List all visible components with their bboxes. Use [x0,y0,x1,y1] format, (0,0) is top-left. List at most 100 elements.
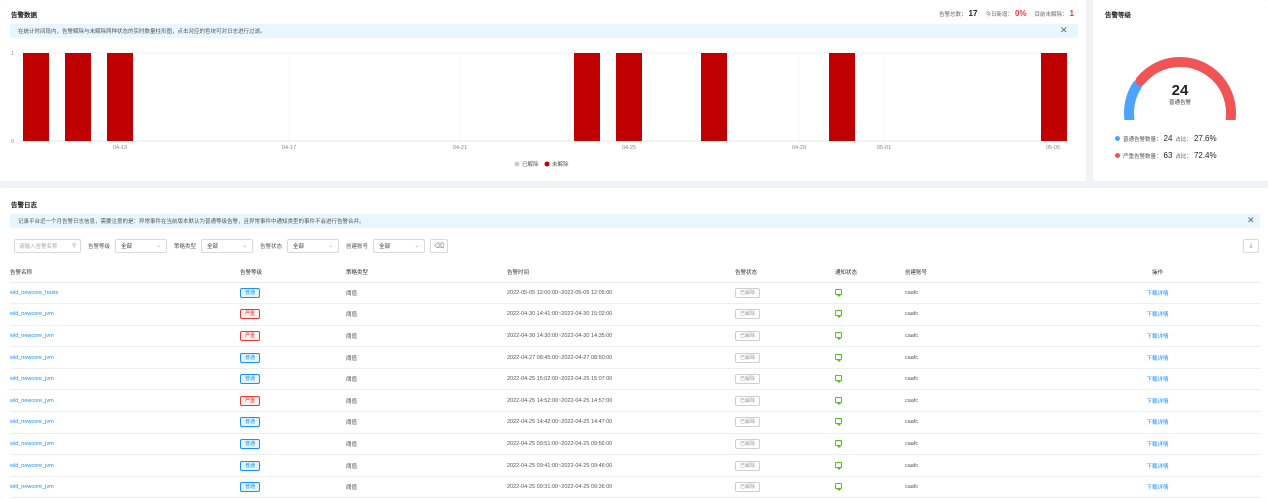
download-details-link[interactable]: 下载详情 [1146,442,1168,448]
account-cell: caafc [905,476,1055,499]
download-details-link[interactable]: 下载详情 [1146,485,1168,491]
download-details-link[interactable]: 下载详情 [1146,377,1168,383]
message-icon[interactable] [835,439,842,448]
severe-dot [1115,153,1120,158]
level-select[interactable]: 全部 ⌄ [115,239,168,253]
bar-unresolved[interactable] [829,53,855,141]
download-details-link[interactable]: 下载详情 [1146,399,1168,405]
status-badge: 已解除 [735,309,761,320]
close-icon[interactable]: ✕ [1247,216,1255,225]
bar-unresolved[interactable] [23,53,49,141]
table-row[interactable]: wld_newcore_jvm 普通 阈值 2022-04-25 14:42:00~2… [10,411,1260,434]
col-header-action[interactable]: 操作 [1055,262,1260,283]
status-filter-label: 告警状态 [260,244,283,250]
account-cell: caafc [905,346,1055,369]
message-icon[interactable] [835,353,842,362]
download-details-link[interactable]: 下载详情 [1146,312,1168,318]
alarm-name-link[interactable]: wld_newcore_jvm [10,355,54,361]
table-row[interactable]: wld_newcore_jvm 严重 阈值 2022-04-30 14:41:00~2… [10,303,1260,326]
message-icon[interactable] [835,396,842,405]
chart-bars[interactable] [23,53,1067,141]
alarm-name-link[interactable]: wld_newcore_jvm [10,333,54,339]
col-header-status[interactable]: 告警状态 [735,262,835,283]
message-icon[interactable] [835,418,842,427]
account-cell: caafc [905,325,1055,348]
search-input[interactable]: 请输入告警名称 ⚲ [14,239,81,253]
table-row[interactable]: wld_newcore_jvm 普通 阈值 2022-04-25 09:41:00~2… [10,454,1260,477]
alarm-level-card: 告警等级 24 普通告警 普通告警数量： 24 占比： 27.6% 严重告警数量… [1093,0,1268,181]
alarm-log-table: 告警名称 告警等级 策略类型 告警时间 告警状态 通知状态 创建账号 操作 wl… [10,262,1260,499]
table-row[interactable]: wld_newcore_jvm 严重 阈值 2022-04-30 14:30:00~2… [10,325,1260,348]
download-details-link[interactable]: 下载详情 [1146,464,1168,470]
download-button[interactable]: ⤓ [1243,239,1259,253]
legend-resolved-dot[interactable] [514,161,520,167]
alarm-name-link[interactable]: wld_newcore_jvm [10,484,54,490]
time-cell: 2022-04-25 15:02:00~2022-04-25 15:07:00 [507,368,735,391]
alarm-data-card: 告警数据 告警总数： 17 今日新增： 0% 目前未解除： 1 在统计时间段内，告警解… [0,0,1086,181]
table-row[interactable]: wld_newcore_jvm 普通 阈值 2022-04-27 08:45:00~2… [10,346,1260,369]
status-badge: 已解除 [735,287,761,298]
table-row[interactable]: wld_newcore_jvm 普通 阈值 2022-04-25 09:31:00~2… [10,476,1260,499]
clear-filter-button[interactable]: ⌫ [430,239,449,253]
chevron-down-icon: ⌄ [414,243,420,249]
legend-resolved-label[interactable]: 已解除 [522,160,539,168]
level-badge: 严重 [240,395,261,406]
bar-unresolved[interactable] [65,53,91,141]
gauge-normal-arc[interactable] [1124,80,1143,120]
col-header-policy[interactable]: 策略类型 [346,262,507,283]
download-details-link[interactable]: 下载详情 [1146,356,1168,362]
bar-unresolved[interactable] [1041,53,1067,141]
download-details-link[interactable]: 下载详情 [1146,291,1168,297]
alarm-name-link[interactable]: wld_newcore_jvm [10,463,54,469]
time-cell: 2022-04-25 09:31:00~2022-04-25 09:36:00 [507,476,735,499]
table-header-row: 告警名称 告警等级 策略类型 告警时间 告警状态 通知状态 创建账号 操作 [10,262,1260,283]
col-header-level[interactable]: 告警等级 [240,262,346,283]
bar-unresolved[interactable] [574,53,600,141]
legend-unresolved-label[interactable]: 未解除 [552,160,569,168]
alarm-name-link[interactable]: wld_newcore_jvm [10,441,54,447]
col-header-notify[interactable]: 通知状态 [835,262,905,283]
status-badge: 已解除 [735,417,761,428]
table-row[interactable]: wld_newcore_jvm 严重 阈值 2022-04-25 14:52:00~2… [10,389,1260,413]
status-badge: 已解除 [735,330,761,341]
col-header-name[interactable]: 告警名称 [10,262,240,283]
time-cell: 2022-04-30 14:41:00~2022-04-30 15:02:00 [507,303,735,326]
alarm-bar-chart: 01 04-13 04-17 04-21 04-25 04-29 05-01 05-05 已… [11,51,1068,168]
policy-cell: 阈值 [346,433,507,456]
policy-select[interactable]: 全部 ⌄ [201,239,254,253]
bar-unresolved[interactable] [616,53,642,141]
alarm-name-link[interactable]: wld_newcore_jvm [10,376,54,382]
col-header-time[interactable]: 告警时间 [507,262,735,283]
level-badge: 普通 [240,460,261,471]
alarm-name-link[interactable]: wld_newcore_jvm [10,311,54,317]
bar-unresolved[interactable] [107,53,133,141]
download-details-link[interactable]: 下载详情 [1146,420,1168,426]
chart-x-ticks: 04-13 04-17 04-21 04-25 04-29 05-01 05-05 [113,145,1060,151]
message-icon[interactable] [835,483,842,492]
alarm-log-info-text: 记录平台近一个月告警日志信息，需要注意的是：异常事件在当前版本默认为普通等级告警… [18,219,365,225]
download-details-link[interactable]: 下载详情 [1146,334,1168,340]
alarm-name-link[interactable]: wld_newcore_jvm [10,398,54,404]
table-row[interactable]: wld_newcore_jvm 普通 阈值 2022-04-25 09:51:00~2… [10,433,1260,456]
alarm-name-link[interactable]: wld_newcore_hosts [10,290,58,296]
account-select[interactable]: 全部 ⌄ [373,239,426,253]
legend-unresolved-dot[interactable] [544,161,550,167]
policy-filter-label: 策略类型 [174,244,197,250]
bar-unresolved[interactable] [701,53,727,141]
table-row[interactable]: wld_newcore_hosts 普通 阈值 2022-05-05 12:00:00… [10,282,1260,305]
time-cell: 2022-05-05 12:00:00~2022-05-05 12:05:00 [507,282,735,305]
x-tick-label: 04-21 [453,145,467,151]
message-icon[interactable] [835,461,842,470]
account-cell: caafc [905,389,1055,413]
clear-filter-icon: ⌫ [434,243,445,250]
chart-legend[interactable]: 已解除 未解除 [514,160,570,168]
x-tick-label: 05-01 [877,145,891,151]
alarm-name-link[interactable]: wld_newcore_jvm [10,419,54,425]
message-icon[interactable] [835,375,842,384]
table-row[interactable]: wld_newcore_jvm 普通 阈值 2022-04-25 15:02:00~2… [10,368,1260,391]
message-icon[interactable] [835,331,842,340]
message-icon[interactable] [835,310,842,319]
col-header-account[interactable]: 创建账号 [905,262,1055,283]
status-select[interactable]: 全部 ⌄ [287,239,340,253]
message-icon[interactable] [835,288,842,297]
